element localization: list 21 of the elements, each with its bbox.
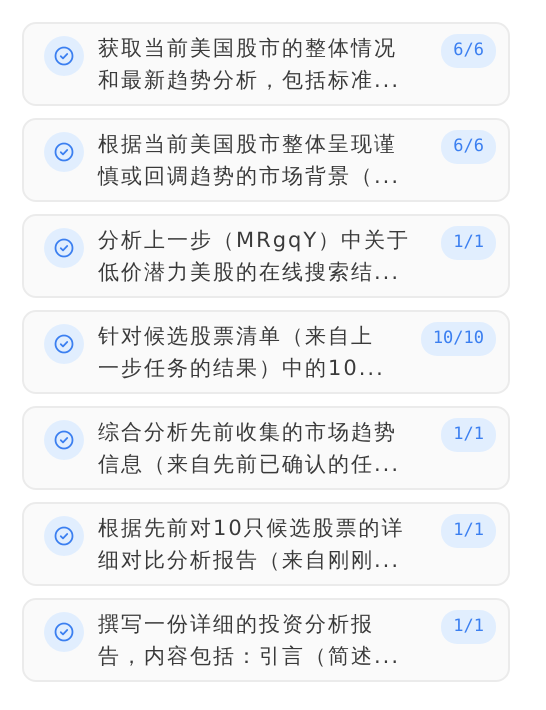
progress-count: 1/1: [441, 610, 496, 644]
task-card[interactable]: 根据先前对10只候选股票的详 细对比分析报告（来自刚刚... 1/1: [22, 502, 510, 586]
task-card[interactable]: 撰写一份详细的投资分析报 告，内容包括：引言（简述... 1/1: [22, 598, 510, 682]
progress-count: 6/6: [441, 130, 496, 164]
task-card[interactable]: 综合分析先前收集的市场趋势 信息（来自先前已确认的任... 1/1: [22, 406, 510, 490]
progress-count: 6/6: [441, 34, 496, 68]
task-description: 分析上一步（MRgqY）中关于 低价潜力美股的在线搜索结...: [98, 227, 412, 286]
task-card[interactable]: 针对候选股票清单（来自上 一步任务的结果）中的10... 10/10: [22, 310, 510, 394]
progress-count: 1/1: [441, 418, 496, 452]
task-description: 根据先前对10只候选股票的详 细对比分析报告（来自刚刚...: [98, 515, 406, 574]
task-description: 根据当前美国股市整体呈现谨 慎或回调趋势的市场背景（...: [98, 131, 402, 190]
progress-count: 10/10: [420, 322, 496, 356]
progress-count: 1/1: [441, 514, 496, 548]
task-description: 针对候选股票清单（来自上 一步任务的结果）中的10...: [98, 323, 386, 382]
task-card[interactable]: 根据当前美国股市整体呈现谨 慎或回调趋势的市场背景（... 6/6: [22, 118, 510, 202]
task-card[interactable]: 获取当前美国股市的整体情况 和最新趋势分析，包括标准... 6/6: [22, 22, 510, 106]
task-description: 综合分析先前收集的市场趋势 信息（来自先前已确认的任...: [98, 419, 402, 478]
task-description: 撰写一份详细的投资分析报 告，内容包括：引言（简述...: [98, 611, 402, 670]
task-card[interactable]: 分析上一步（MRgqY）中关于 低价潜力美股的在线搜索结... 1/1: [22, 214, 510, 298]
task-description: 获取当前美国股市的整体情况 和最新趋势分析，包括标准...: [98, 35, 402, 94]
progress-count: 1/1: [441, 226, 496, 260]
